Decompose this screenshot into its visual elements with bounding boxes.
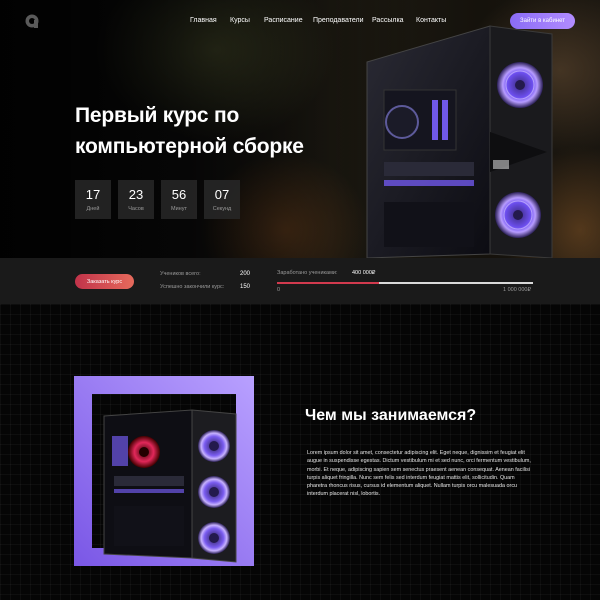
timer-hours-value: 23 — [128, 187, 144, 202]
countdown-timer: 17 Дней 23 Часов 56 Минут 07 Секунд — [75, 180, 240, 219]
earned-current-value: 400 000₽ — [352, 270, 376, 276]
about-section: Чем мы занимаемся? Lorem ipsum dolor sit… — [0, 304, 600, 600]
earned-progress-fill — [277, 282, 380, 284]
nav-item-contacts[interactable]: Контакты — [416, 17, 446, 24]
timer-minutes: 56 Минут — [161, 180, 197, 219]
timer-seconds-value: 07 — [214, 187, 230, 202]
about-title: Чем мы занимаемся? — [305, 407, 477, 424]
logo-icon[interactable] — [25, 14, 39, 28]
earned-label: Заработано учениками: — [277, 270, 338, 276]
nav-item-home[interactable]: Главная — [190, 17, 217, 24]
stats-bar: Заказать курс Учеников всего: 200 Успешн… — [0, 258, 600, 304]
order-course-button[interactable]: Заказать курс — [75, 274, 134, 289]
nav-item-teachers[interactable]: Преподаватели — [313, 17, 364, 24]
nav-item-newsletter[interactable]: Рассылка — [372, 17, 404, 24]
timer-days-value: 17 — [85, 187, 101, 202]
earned-max-value: 1 000 000₽ — [503, 287, 531, 293]
timer-minutes-value: 56 — [171, 187, 187, 202]
about-pc-image — [74, 376, 254, 566]
about-text: Lorem ipsum dolor sit amet, consectetur … — [307, 450, 531, 498]
pc-case-image — [366, 25, 553, 258]
graduates-label: Успешно закончили курс: — [160, 284, 225, 290]
nav-item-courses[interactable]: Курсы — [230, 17, 250, 24]
graduates-value: 150 — [240, 284, 251, 290]
cabinet-login-button[interactable]: Зайти в кабинет — [510, 13, 575, 29]
nav-item-schedule[interactable]: Расписание — [264, 17, 303, 24]
hero-section: Главная Курсы Расписание Преподаватели Р… — [0, 0, 600, 258]
earned-progress-bar — [277, 282, 533, 284]
timer-seconds-label: Секунд — [212, 206, 232, 212]
timer-hours-label: Часов — [128, 206, 144, 212]
students-total-label: Учеников всего: — [160, 271, 201, 277]
timer-minutes-label: Минут — [171, 206, 187, 212]
timer-seconds: 07 Секунд — [204, 180, 240, 219]
timer-hours: 23 Часов — [118, 180, 154, 219]
timer-days: 17 Дней — [75, 180, 111, 219]
earned-min-value: 0 — [277, 287, 281, 293]
hero-title: Первый курс по компьютерной сборке — [75, 104, 304, 158]
students-total-value: 200 — [240, 271, 251, 277]
timer-days-label: Дней — [86, 206, 100, 212]
